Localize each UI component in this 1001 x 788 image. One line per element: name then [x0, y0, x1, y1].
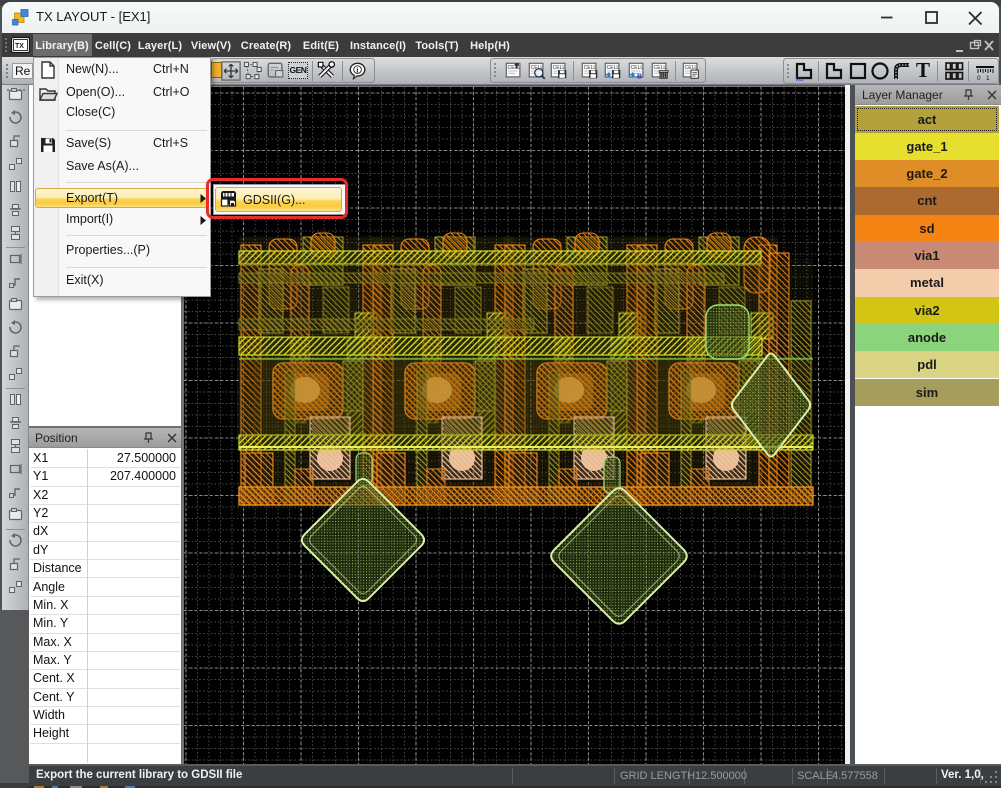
- svg-text:TX: TX: [15, 43, 24, 50]
- svg-text:i: i: [356, 66, 358, 74]
- svg-text:xor: xor: [796, 77, 804, 82]
- svg-text:CELL: CELL: [631, 65, 644, 71]
- svg-text:B: B: [637, 71, 642, 80]
- svg-text:CELL: CELL: [508, 65, 521, 71]
- svg-text:0 1: 0 1: [977, 75, 990, 82]
